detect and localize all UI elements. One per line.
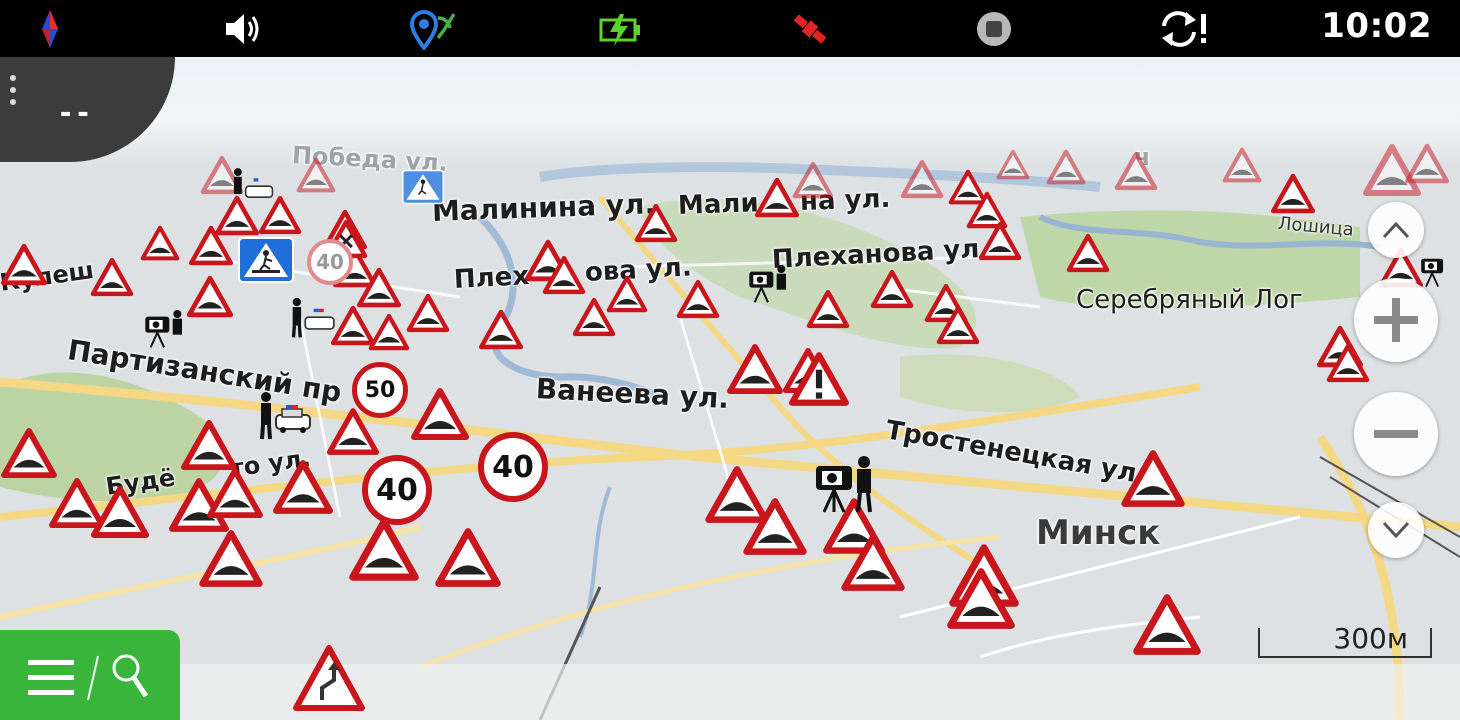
speed-bump-sign — [676, 279, 720, 319]
speed-bump-sign — [207, 467, 263, 519]
area-label-serebryany-log: Серебряный Лог — [1076, 285, 1303, 315]
speed-bump-sign — [1046, 149, 1086, 185]
minus-icon — [1374, 430, 1418, 438]
speed-bump-sign — [411, 388, 469, 440]
speed-bump-sign — [90, 257, 134, 297]
police-car-icon — [233, 168, 274, 198]
compass-icon[interactable] — [32, 8, 76, 50]
speed-bump-sign — [188, 225, 234, 266]
location-pin-icon[interactable] — [408, 8, 456, 50]
speed-bump-sign — [1, 427, 57, 479]
speed-bump-sign — [1270, 173, 1316, 214]
speed-bump-sign — [743, 498, 807, 555]
map-scale-bar: 300м — [1258, 622, 1432, 658]
police-car-icon — [260, 392, 311, 440]
chevron-up-icon — [1382, 221, 1410, 239]
speed-bump-sign — [91, 486, 149, 538]
warning-sign — [789, 352, 849, 406]
pedestrian-crossing-sign — [238, 237, 294, 283]
bottom-info-strip — [180, 664, 1460, 720]
zoom-in-button[interactable] — [1354, 278, 1438, 362]
speed-bump-sign — [368, 313, 410, 351]
speed-bump-sign — [870, 269, 914, 309]
stop-icon[interactable] — [972, 8, 1016, 50]
pedestrian-crossing-sign — [402, 169, 444, 205]
chevron-down-icon — [1382, 521, 1410, 539]
speed-camera-icon — [816, 456, 872, 513]
sync-alert-icon[interactable] — [1158, 8, 1210, 50]
speed-camera-icon — [145, 310, 182, 348]
speed-bump-sign — [996, 149, 1030, 180]
speed-bump-sign — [841, 534, 905, 591]
speed-bump-sign — [727, 343, 783, 395]
speed-bump-sign — [140, 225, 180, 261]
speed-bump-sign — [435, 528, 501, 587]
tilt-up-button[interactable] — [1368, 202, 1424, 258]
speed-bump-sign — [806, 289, 850, 329]
status-bar: 10:02 — [0, 0, 1460, 57]
speed-limit-sign: 40 — [307, 239, 353, 285]
speed-bump-sign — [634, 203, 678, 243]
speed-bump-sign — [199, 530, 263, 587]
speed-bump-sign — [273, 460, 333, 514]
street-label-malinina-part1: Мали — [677, 188, 760, 221]
speed-bump-sign — [406, 293, 450, 333]
speed-bump-sign — [186, 275, 234, 318]
speed-bump-sign — [478, 309, 524, 350]
search-icon[interactable] — [110, 652, 154, 702]
speed-bump-sign — [0, 243, 48, 286]
speed-bump-sign — [1133, 594, 1201, 655]
satellite-icon — [793, 14, 827, 44]
speed-bump-sign — [1066, 233, 1110, 273]
current-speed-value: -- — [60, 93, 95, 131]
battery-charging-icon — [599, 14, 640, 46]
speed-bump-sign — [947, 568, 1015, 629]
volume-icon[interactable] — [222, 8, 266, 50]
speed-limit-sign: 40 — [478, 432, 548, 502]
speed-bump-sign — [1222, 147, 1262, 183]
map-view[interactable]: Победа ул. Малинина ул. Мали на ул. Плех… — [0, 57, 1460, 720]
main-menu-button[interactable] — [0, 630, 180, 720]
speed-bump-sign — [1326, 343, 1370, 383]
speed-bump-sign — [542, 255, 586, 295]
speed-bump-sign — [181, 419, 237, 471]
city-label-minsk: Минск — [1036, 513, 1161, 553]
zoom-out-button[interactable] — [1354, 392, 1438, 476]
speed-camera-icon — [1421, 258, 1444, 287]
tilt-down-button[interactable] — [1368, 502, 1424, 558]
speed-camera-icon — [749, 265, 786, 303]
scale-label: 300м — [1333, 622, 1408, 655]
speed-bump-sign — [1121, 450, 1185, 507]
winding-road-icon[interactable] — [292, 644, 366, 712]
speed-bump-sign — [936, 305, 980, 345]
more-vertical-icon[interactable] — [10, 75, 18, 111]
speed-bump-sign — [349, 518, 419, 581]
speed-bump-sign — [978, 221, 1022, 261]
clock-time: 10:02 — [1321, 6, 1432, 46]
speed-bump-sign — [606, 275, 648, 313]
divider-slash — [87, 655, 99, 701]
speed-bump-sign — [900, 159, 944, 199]
speed-bump-sign — [296, 157, 336, 193]
speed-bump-sign — [356, 267, 402, 308]
speed-limit-sign: 50 — [352, 362, 408, 418]
hamburger-icon[interactable] — [28, 658, 76, 698]
plus-icon — [1374, 298, 1418, 342]
speed-bump-sign — [1114, 151, 1158, 191]
street-label-plekhanova-part1: Плех — [453, 261, 530, 295]
speed-limit-sign: 40 — [362, 455, 432, 525]
police-car-icon — [291, 297, 335, 338]
speed-bump-sign — [1404, 143, 1450, 184]
speed-bump-sign — [792, 161, 834, 199]
